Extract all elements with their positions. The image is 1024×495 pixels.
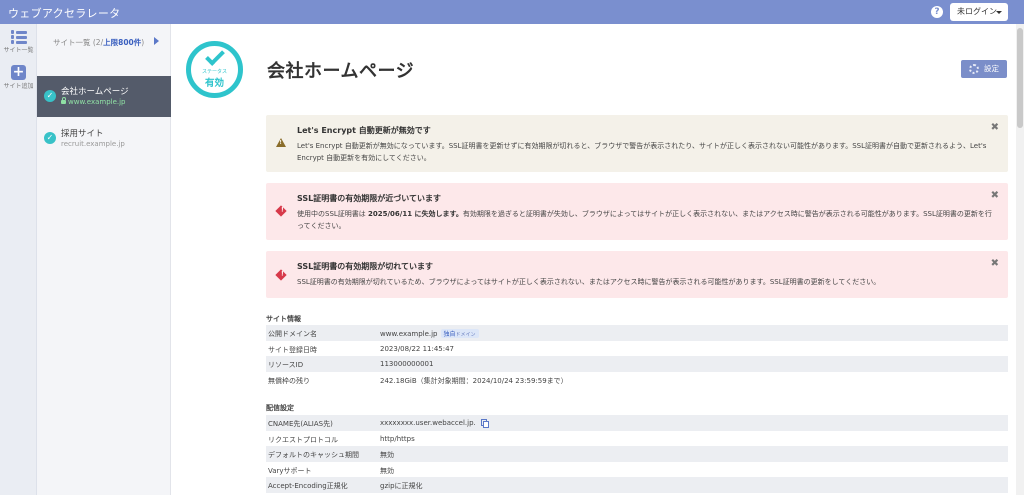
row-value: 無効: [380, 451, 394, 460]
status-label: ステータス: [201, 69, 227, 75]
rail-item-site-list[interactable]: サイト一覧: [0, 30, 37, 54]
icon-rail: サイト一覧 + サイト追加: [0, 24, 37, 495]
alert-letsencrypt-disabled: Let's Encrypt 自動更新が無効です Let's Encrypt 自動…: [266, 115, 1008, 172]
site-name: 採用サイト: [61, 129, 104, 139]
rail-item-label: サイト一覧: [3, 47, 34, 54]
rail-item-label: サイト追加: [3, 83, 34, 90]
site-domain: www.example.jp: [61, 97, 126, 106]
close-icon[interactable]: ✖: [991, 190, 999, 201]
plus-icon: +: [11, 64, 26, 80]
row-value: xxxxxxxx.user.webaccel.jp.: [380, 419, 489, 428]
checkmark-icon: [205, 46, 225, 66]
alert-body: Let's Encrypt 自動更新が無効になっています。SSL証明書を更新せず…: [297, 142, 987, 162]
alert-ssl-expired: SSL証明書の有効期限が切れています SSL証明書の有効期限が切れているため、ブ…: [266, 251, 1008, 298]
site-item-recruit[interactable]: ✓ 採用サイト recruit.example.jp: [37, 118, 171, 159]
login-label: 未ログイン: [957, 7, 997, 16]
row-value: www.example.jp 独自ドメイン: [380, 329, 479, 338]
row-key: 公開ドメイン名: [268, 330, 317, 338]
domain-value: www.example.jp: [380, 330, 438, 338]
row-value: gzipに正規化: [380, 482, 423, 491]
close-icon[interactable]: ✖: [991, 258, 999, 269]
row-key: リクエストプロトコル: [268, 435, 338, 444]
caret-down-icon: [996, 11, 1002, 14]
site-list-panel: サイト一覧 (2/上限800件) ✓ 会社ホームページ www.example.…: [37, 24, 171, 495]
site-name: 会社ホームページ: [61, 87, 129, 97]
site-limit: 上限800件: [103, 38, 142, 47]
site-domain-text: www.example.jp: [68, 98, 126, 106]
row-key: Varyサポート: [268, 466, 312, 475]
row-key: サイト登録日時: [268, 345, 317, 354]
settings-label: 設定: [984, 64, 999, 73]
section-title-delivery: 配信設定: [266, 404, 294, 412]
row-value: 113000000001: [380, 360, 434, 369]
error-icon: [275, 205, 287, 217]
top-bar: ウェブアクセラレータ ? 未ログイン: [0, 0, 1024, 24]
alert-body-emphasis: 2025/06/11 に失効します。: [368, 210, 463, 218]
gear-icon: [969, 64, 979, 74]
table-row: リクエストプロトコル http/https: [266, 431, 1008, 447]
row-value: 無効: [380, 466, 394, 475]
list-icon: [10, 30, 27, 44]
badge-main: 独自: [443, 331, 456, 338]
status-value: 有効: [204, 78, 224, 89]
row-value: 2023/08/22 11:45:47: [380, 344, 455, 353]
alert-body: SSL証明書の有効期限が切れているため、ブラウザによってはサイトが正しく表示され…: [297, 278, 881, 286]
rail-item-site-add[interactable]: + サイト追加: [0, 64, 37, 91]
alert-body: 使用中のSSL証明書は 2025/06/11 に失効します。有効期限を過ぎると証…: [297, 208, 997, 232]
app-brand[interactable]: ウェブアクセラレータ: [8, 5, 120, 21]
row-value: 242.18GiB（集計対象期間：2024/10/24 23:59:59まで）: [380, 376, 568, 385]
alert-title: SSL証明書の有効期限が近づいています: [297, 194, 442, 203]
lock-icon: [61, 97, 66, 104]
table-row: リソースID 113000000001: [266, 356, 1008, 372]
status-badge: ステータス 有効: [186, 41, 243, 98]
table-row: デフォルトのキャッシュ期間 無効: [266, 446, 1008, 462]
alert-title: Let's Encrypt 自動更新が無効です: [297, 126, 431, 135]
settings-button[interactable]: 設定: [961, 60, 1007, 78]
table-row: CNAME先(ALIAS先) xxxxxxxx.user.webaccel.jp…: [266, 415, 1008, 431]
delivery-table: CNAME先(ALIAS先) xxxxxxxx.user.webaccel.jp…: [266, 415, 1008, 493]
alert-title: SSL証明書の有効期限が切れています: [297, 262, 434, 271]
site-count: サイト一覧 (2/: [53, 38, 104, 47]
close-icon[interactable]: ✖: [991, 122, 999, 133]
row-key: CNAME先(ALIAS先): [268, 420, 333, 428]
row-key: Accept-Encoding正規化: [268, 482, 348, 491]
scrollbar-thumb[interactable]: [1017, 28, 1023, 128]
cname-value: xxxxxxxx.user.webaccel.jp.: [380, 419, 476, 427]
collapse-arrow-icon[interactable]: [154, 37, 159, 45]
table-row: 公開ドメイン名 www.example.jp 独自ドメイン: [266, 325, 1008, 341]
table-row: Accept-Encoding正規化 gzipに正規化: [266, 477, 1008, 493]
table-row: Varyサポート 無効: [266, 462, 1008, 478]
warning-icon: [276, 138, 286, 147]
row-value: http/https: [380, 434, 415, 443]
table-row: サイト登録日時 2023/08/22 11:45:47: [266, 341, 1008, 357]
custom-domain-badge: 独自ドメイン: [440, 329, 479, 338]
check-circle-icon: ✓: [44, 132, 56, 144]
site-count-close: ): [141, 38, 145, 47]
error-icon: [275, 269, 287, 281]
site-item-company[interactable]: ✓ 会社ホームページ www.example.jp: [37, 76, 171, 117]
page-title: 会社ホームページ: [267, 61, 415, 82]
scrollbar[interactable]: [1016, 24, 1024, 495]
copy-icon[interactable]: [480, 419, 489, 428]
site-domain: recruit.example.jp: [61, 140, 125, 148]
login-dropdown[interactable]: 未ログイン: [950, 3, 1008, 21]
section-title-site-info: サイト情報: [266, 315, 301, 323]
main-content: ステータス 有効 会社ホームページ 設定 Let's Encrypt 自動更新が…: [171, 24, 1016, 495]
site-list-heading: サイト一覧 (2/上限800件): [37, 37, 171, 48]
row-key: リソースID: [268, 361, 304, 370]
check-circle-icon: ✓: [44, 90, 56, 102]
row-key: 無償枠の残り: [268, 376, 310, 385]
site-info-table: 公開ドメイン名 www.example.jp 独自ドメイン サイト登録日時 202…: [266, 325, 1008, 387]
alert-body-pre: 使用中のSSL証明書は: [297, 210, 369, 218]
help-icon[interactable]: ?: [931, 6, 943, 18]
alert-ssl-expiring: SSL証明書の有効期限が近づいています 使用中のSSL証明書は 2025/06/…: [266, 183, 1008, 240]
row-key: デフォルトのキャッシュ期間: [268, 451, 359, 460]
badge-sub: ドメイン: [455, 332, 476, 338]
table-row: 無償枠の残り 242.18GiB（集計対象期間：2024/10/24 23:59…: [266, 372, 1008, 388]
